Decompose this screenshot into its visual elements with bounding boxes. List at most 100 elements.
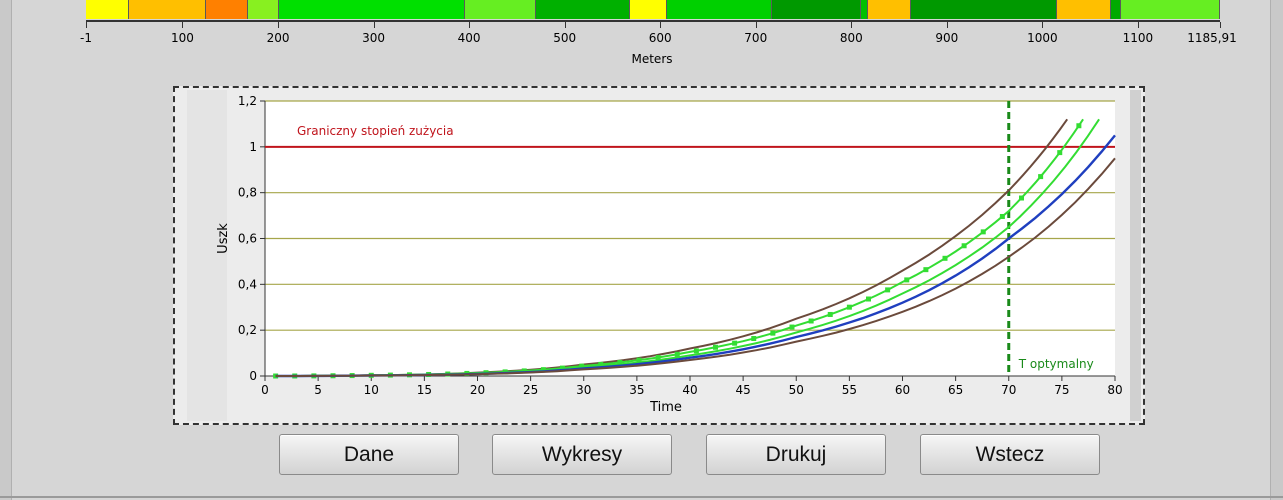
series-marker: [751, 335, 757, 341]
strip-segment: [1120, 0, 1220, 19]
series-marker: [674, 351, 680, 357]
series-marker: [1076, 123, 1082, 129]
bottom-divider: [0, 496, 1283, 498]
series-marker: [999, 213, 1005, 219]
scale-tick: [1042, 22, 1044, 28]
scale-tick-label: 600: [648, 31, 672, 45]
y-tick-label: 0,2: [238, 323, 257, 337]
x-tick-label: 55: [842, 383, 857, 397]
strip-segment: [206, 0, 249, 19]
x-tick-label: 70: [1001, 383, 1016, 397]
scale-tick-label: 100: [171, 31, 194, 45]
scale-tick: [86, 22, 87, 28]
scale-tick-label: 400: [457, 31, 481, 45]
series-marker: [904, 277, 910, 283]
y-tick-label: 1: [249, 140, 257, 154]
scale-tick: [660, 22, 662, 28]
series-marker: [789, 324, 795, 330]
wstecz-button[interactable]: Wstecz: [920, 434, 1100, 475]
scale-tick: [755, 22, 757, 28]
chart-side-shade: [1130, 90, 1141, 421]
y-tick-label: 0,4: [238, 277, 257, 291]
strip-segment: [278, 0, 466, 19]
scale-tick: [278, 22, 280, 28]
scale-tick-label: 300: [362, 31, 386, 45]
strip-segment: [536, 0, 630, 19]
series-marker: [1038, 174, 1044, 180]
y-tick-label: 0,8: [238, 186, 257, 200]
strip-segment: [465, 0, 536, 19]
x-tick-label: 60: [895, 383, 910, 397]
y-tick-label: 0,6: [238, 232, 257, 246]
scale-tick-label: 1000: [1027, 31, 1058, 45]
drukuj-button[interactable]: Drukuj: [706, 434, 886, 475]
distance-scale-title: Meters: [631, 52, 673, 66]
series-marker: [732, 340, 738, 346]
strip-segment: [867, 0, 912, 19]
y-tick-label: 1,2: [238, 94, 257, 108]
wykresy-button[interactable]: Wykresy: [492, 434, 672, 475]
series-marker: [942, 255, 948, 261]
x-tick-label: 75: [1054, 383, 1069, 397]
dane-button[interactable]: Dane: [279, 434, 459, 475]
scale-tick: [182, 22, 184, 28]
distance-scale-axis: [86, 20, 1220, 22]
scale-tick: [1220, 22, 1221, 28]
strip-segment: [911, 0, 1057, 19]
x-tick-label: 20: [470, 383, 485, 397]
strip-segment: [248, 0, 279, 19]
series-marker: [980, 229, 986, 235]
series-marker: [1019, 195, 1024, 201]
limit-line-label: Graniczny stopień zużycia: [297, 124, 454, 138]
scale-tick-label: 800: [839, 31, 863, 45]
strip-segment: [666, 0, 772, 19]
x-tick-label: 0: [261, 383, 269, 397]
scale-tick-label: -1: [80, 31, 92, 45]
strip-segment: [86, 0, 129, 19]
x-tick-label: 40: [682, 383, 697, 397]
strip-segment: [128, 0, 207, 19]
scale-tick-label: 700: [744, 31, 768, 45]
x-tick-label: 50: [789, 383, 804, 397]
distance-color-strip: [86, 0, 1220, 22]
series-marker: [846, 304, 852, 310]
x-tick-label: 45: [735, 383, 750, 397]
scale-tick: [851, 22, 853, 28]
scale-tick: [564, 22, 566, 28]
y-tick-label: 0: [249, 369, 257, 383]
series-marker: [923, 267, 929, 273]
scale-tick-label: 1185,91: [1187, 31, 1237, 45]
y-axis-title: Uszk: [216, 223, 231, 254]
x-tick-label: 30: [576, 383, 591, 397]
series-marker: [961, 243, 967, 249]
x-tick-label: 15: [417, 383, 432, 397]
series-marker: [827, 311, 833, 317]
scale-tick-label: 1100: [1122, 31, 1154, 45]
scale-tick: [373, 22, 375, 28]
scale-tick-label: 200: [266, 31, 290, 45]
strip-segment: [1056, 0, 1112, 19]
strip-segment: [1111, 0, 1121, 19]
x-tick-label: 25: [523, 383, 538, 397]
left-panel-edge: [0, 0, 12, 500]
series-marker: [866, 296, 871, 302]
series-marker: [885, 287, 891, 293]
x-tick-label: 65: [948, 383, 963, 397]
wear-chart: 0 0,2 0,4 0,6 0,8 1 1,2 0 5 10 15 20 25 30 35 40 45 50 55 6…: [187, 90, 1141, 421]
x-axis-title: Time: [649, 400, 682, 415]
optimal-time-label: T optymalny: [1018, 357, 1094, 371]
series-marker: [770, 330, 776, 336]
x-tick-label: 35: [629, 383, 644, 397]
strip-segment: [771, 0, 861, 19]
series-marker: [713, 344, 718, 350]
scale-tick-label: 900: [935, 31, 959, 45]
x-tick-label: 80: [1107, 383, 1122, 397]
wear-chart-panel: 0 0,2 0,4 0,6 0,8 1 1,2 0 5 10 15 20 25 30 35 40 45 50 55 6…: [173, 86, 1145, 425]
x-tick-label: 5: [314, 383, 322, 397]
scale-tick-label: 500: [553, 31, 577, 45]
strip-segment: [629, 0, 667, 19]
scale-tick: [469, 22, 471, 28]
right-panel-edge: [1270, 0, 1283, 500]
series-marker: [693, 348, 699, 354]
chart-side-shade: [187, 90, 227, 421]
